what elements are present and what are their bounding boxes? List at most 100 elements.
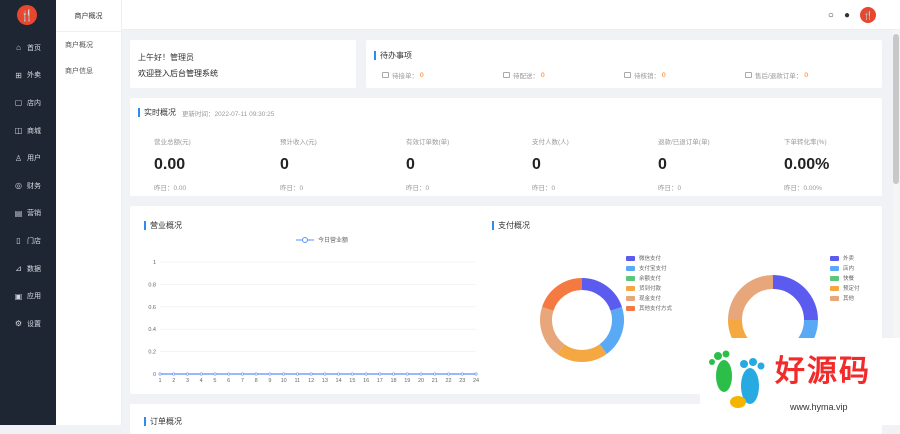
x-tick-label: 7: [241, 378, 244, 384]
legend-label: 其他: [843, 296, 855, 302]
user-icon: ♙: [14, 153, 23, 163]
todo-item[interactable]: 售后/退款订单： 0: [745, 70, 866, 80]
subnav-item-info[interactable]: 商户信息: [56, 58, 121, 84]
legend-label: 微信支付: [639, 256, 662, 262]
data-point: [213, 372, 217, 376]
app-logo[interactable]: 🍴: [17, 5, 37, 25]
todo-value: 0: [804, 71, 808, 79]
watermark: 好源码 www.hyma.vip: [700, 338, 900, 425]
sidebar-item-6[interactable]: ▤ 营销: [0, 200, 56, 228]
stat-value: 0: [658, 156, 667, 173]
sidebar-item-4[interactable]: ♙ 用户: [0, 144, 56, 172]
todo-value: 0: [541, 71, 545, 79]
legend-item[interactable]: 余额支付: [626, 273, 672, 283]
todo-icon: [382, 72, 389, 78]
sidebar-item-5[interactable]: ◎ 财务: [0, 172, 56, 200]
welcome-card: 上午好！管理员 欢迎登入后台管理系统: [130, 40, 356, 88]
income-title: 支付概况: [492, 220, 530, 231]
stat-block: 预计收入(元) 0 昨日：0: [280, 136, 390, 192]
avatar[interactable]: 🍴: [860, 7, 876, 23]
x-tick-label: 8: [255, 378, 258, 384]
todo-item[interactable]: 待配送： 0: [503, 70, 624, 80]
x-tick-label: 23: [459, 378, 465, 384]
legend-item[interactable]: 其他支付方式: [626, 303, 672, 313]
x-tick-label: 19: [404, 378, 410, 384]
sidebar-item-9[interactable]: ▣ 应用: [0, 282, 56, 310]
sidebar-item-7[interactable]: ▯ 门店: [0, 227, 56, 255]
watermark-url: www.hyma.vip: [790, 402, 848, 412]
stat-value: 0.00%: [784, 156, 830, 173]
todo-label: 售后/退款订单：: [755, 73, 803, 80]
mall-icon: ◫: [14, 126, 23, 136]
legend-item[interactable]: 货到付款: [626, 283, 672, 293]
x-tick-label: 15: [349, 378, 355, 384]
sidebar-item-label: 应用: [27, 293, 41, 301]
data-point: [172, 372, 176, 376]
sidebar-item-10[interactable]: ⚙ 设置: [0, 310, 56, 338]
todo-value: 0: [662, 71, 666, 79]
legend-item[interactable]: 快餐: [830, 273, 860, 283]
sidebar-item-0[interactable]: ⌂ 首页: [0, 34, 56, 62]
x-tick-label: 18: [391, 378, 397, 384]
stat-yesterday: 昨日：0.00: [154, 185, 187, 192]
legend-item[interactable]: 外卖: [830, 253, 860, 263]
legend-label: 余额支付: [639, 276, 662, 282]
donut-slice-pay[interactable]: [581, 278, 622, 312]
data-point: [323, 372, 327, 376]
search-icon[interactable]: ○: [828, 10, 834, 21]
greeting-text: 上午好！管理员: [138, 53, 194, 62]
sidebar-item-label: 店内: [27, 99, 41, 107]
donut-slice-pay[interactable]: [557, 344, 607, 362]
donut-slice-type[interactable]: [772, 275, 818, 321]
todo-label: 待接单：: [392, 73, 418, 80]
income-legend-right: 外卖店内 快餐 预定付其他: [830, 253, 860, 303]
sidebar-item-8[interactable]: ⊿ 数据: [0, 255, 56, 283]
legend-marker: [302, 237, 308, 243]
todo-icon: [624, 72, 631, 78]
realtime-card: 实时概况 更新时间：2022-07-11 09:30:25 营业总额(元) 0.0…: [130, 98, 882, 196]
data-point: [364, 372, 368, 376]
legend-item[interactable]: 其他: [830, 293, 860, 303]
y-tick-label: 0: [153, 372, 156, 378]
stat-yesterday: 昨日：0: [532, 185, 556, 192]
sidebar: 🍴 ⌂ 首页 ⊞ 外卖 ▢ 店内 ◫ 商城 ♙ 用户 ◎ 财务 ▤ 营销 ▯ 门店 ⊿ 数据 ▣ 应用 ⚙ 设置: [0, 0, 56, 425]
todo-label: 待核销：: [634, 73, 660, 80]
sidebar-item-3[interactable]: ◫ 商城: [0, 117, 56, 145]
x-tick-label: 2: [172, 378, 175, 384]
x-tick-label: 12: [308, 378, 314, 384]
stat-value: 0: [280, 156, 289, 173]
update-time: 更新时间：2022-07-11 09:30:25: [182, 110, 275, 118]
bell-icon[interactable]: ●: [844, 10, 850, 21]
realtime-title: 实时概况: [138, 107, 176, 118]
data-point: [254, 372, 258, 376]
x-tick-label: 1: [158, 378, 161, 384]
x-tick-label: 9: [268, 378, 271, 384]
sidebar-item-label: 门店: [27, 237, 41, 245]
legend-item[interactable]: 店内: [830, 263, 860, 273]
y-tick-label: 0.2: [148, 350, 156, 356]
stat-label: 预计收入(元): [280, 139, 317, 146]
sidebar-item-label: 首页: [27, 44, 41, 52]
goods-icon: ⊞: [15, 70, 22, 80]
sidebar-item-2[interactable]: ▢ 店内: [0, 89, 56, 117]
avatar-glyph: 🍴: [863, 10, 873, 20]
donut-slice-pay[interactable]: [540, 307, 565, 354]
todo-item[interactable]: 待接单： 0: [382, 70, 503, 80]
donut-slice-type[interactable]: [728, 275, 774, 321]
todo-item[interactable]: 待核销： 0: [624, 70, 745, 80]
app-icon: ▣: [14, 291, 23, 301]
donut-slice-pay[interactable]: [599, 307, 624, 354]
legend-item[interactable]: 预定付: [830, 283, 860, 293]
legend-label: 店内: [843, 266, 855, 272]
stat-block: 有效订单数(单) 0 昨日：0: [406, 136, 516, 192]
subnav-item-overview[interactable]: 商户概况: [56, 32, 121, 58]
legend-item[interactable]: 支付宝支付: [626, 263, 672, 273]
x-tick-label: 20: [418, 378, 424, 384]
donut-slice-pay[interactable]: [542, 278, 583, 312]
legend-item[interactable]: 微信支付: [626, 253, 672, 263]
sidebar-item-1[interactable]: ⊞ 外卖: [0, 62, 56, 90]
legend-item[interactable]: 现金支付: [626, 293, 672, 303]
sub-nav: 商户概况 商户概况 商户信息: [56, 0, 122, 425]
todo-card: 待办事项 待接单： 0 待配送： 0 待核销： 0 售后/退款订单： 0: [366, 40, 882, 88]
watermark-text: 好源码: [775, 354, 871, 389]
